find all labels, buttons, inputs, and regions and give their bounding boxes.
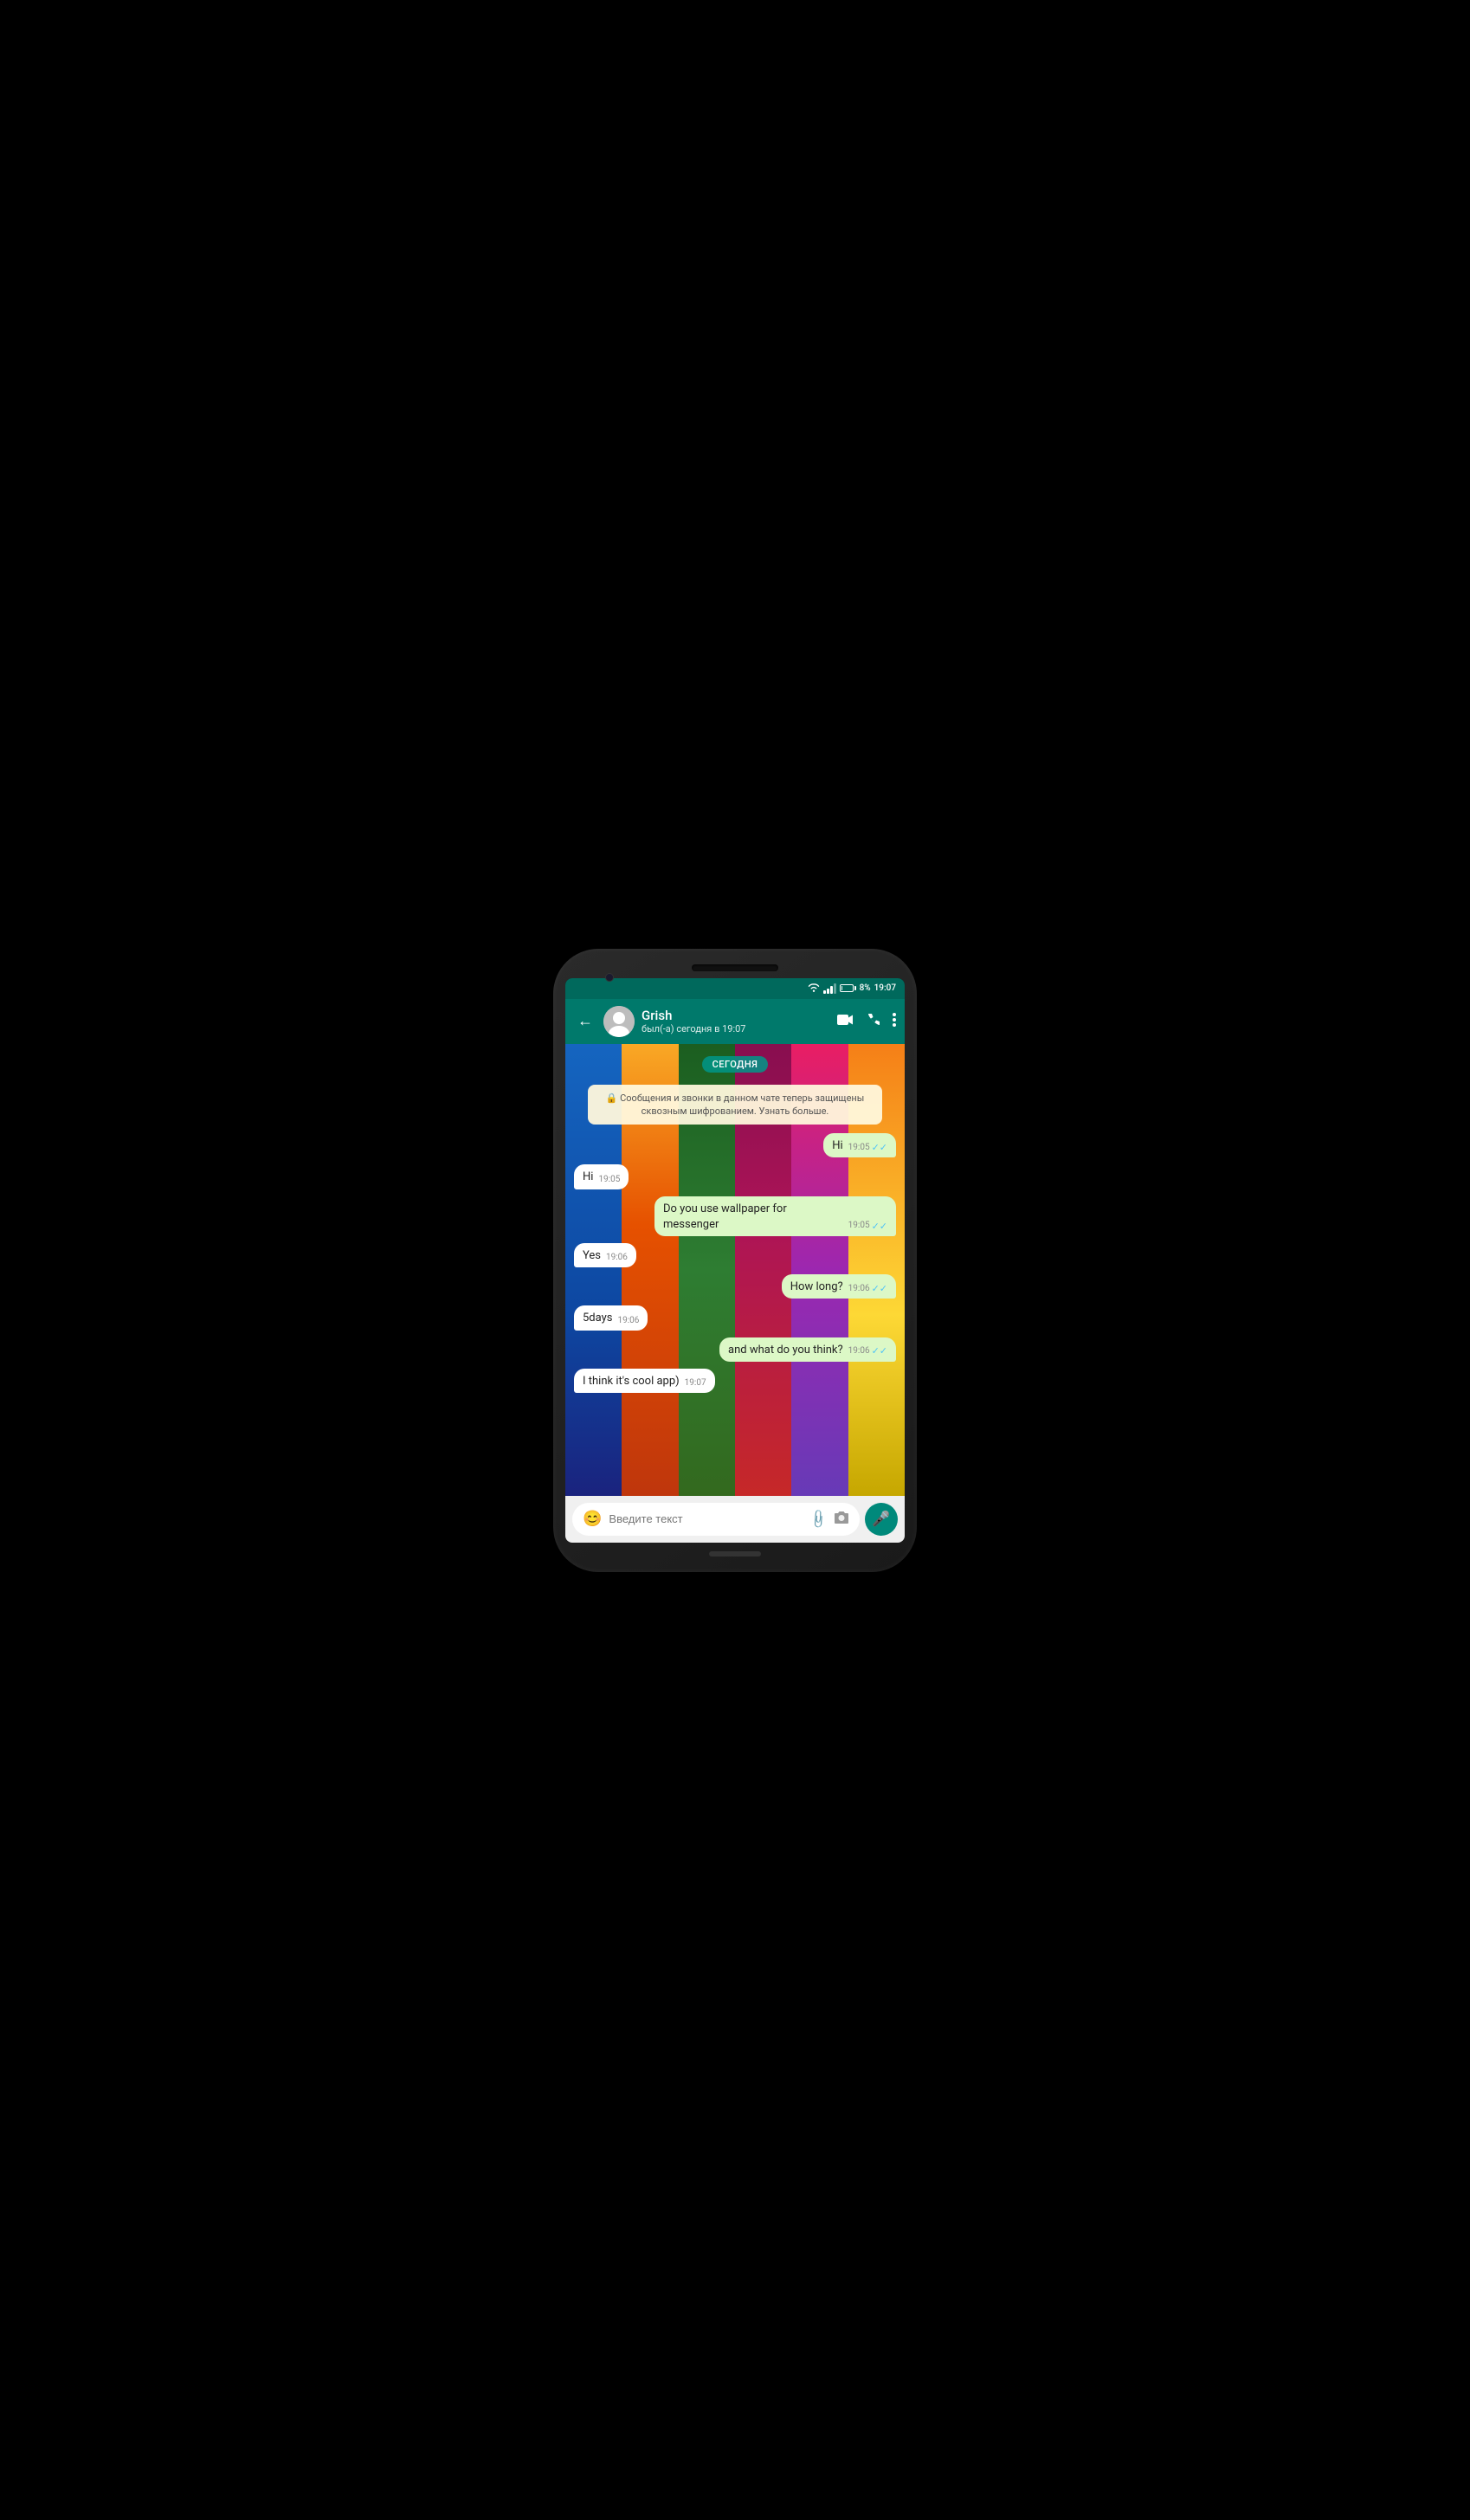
app-header: ← Grish был(-а) сегодня в 19:07 [565,999,905,1044]
date-badge: СЕГОДНЯ [702,1056,769,1073]
message-text: Hi [583,1170,593,1185]
system-message-text: Сообщения и звонки в данном чате теперь … [620,1092,864,1117]
wifi-icon [808,982,820,995]
message-bubble: Hi 19:05 ✓✓ [823,1133,896,1157]
mic-button[interactable]: 🎤 [865,1503,898,1536]
message-bubble: How long? 19:06 ✓✓ [782,1274,896,1299]
message-row: I think it's cool app) 19:07 [574,1369,896,1393]
clock-time: 19:07 [874,983,896,993]
message-text: Do you use wallpaper for messenger [663,1202,843,1233]
phone-device: 8% 19:07 ← Grish был(-а) сегодня в 19:07 [553,949,917,1572]
message-text: 5days [583,1311,612,1326]
avatar[interactable] [603,1006,635,1037]
input-bar: 😊 📎 🎤 [565,1496,905,1543]
message-bubble: Do you use wallpaper for messenger 19:05… [654,1196,896,1236]
phone-bottom-bar [709,1551,761,1556]
contact-info[interactable]: Grish был(-а) сегодня в 19:07 [642,1008,830,1034]
message-row: 5days 19:06 [574,1305,896,1330]
header-actions [837,1013,896,1030]
message-text: and what do you think? [728,1343,843,1358]
message-time: 19:05 [848,1142,870,1154]
signal-icon [823,983,836,994]
status-bar: 8% 19:07 [565,978,905,999]
chat-area: СЕГОДНЯ 🔒 Сообщения и звонки в данном ча… [565,1044,905,1496]
system-message: 🔒 Сообщения и звонки в данном чате тепер… [588,1085,882,1125]
message-time: 19:06 [606,1252,628,1264]
message-time: 19:05 [848,1220,870,1232]
more-options-icon[interactable] [893,1013,896,1030]
message-row: Hi 19:05 [574,1164,896,1189]
lock-icon: 🔒 [606,1092,618,1104]
message-row: Yes 19:06 [574,1243,896,1267]
contact-status: был(-а) сегодня в 19:07 [642,1023,830,1034]
message-bubble: Yes 19:06 [574,1243,636,1267]
front-camera [605,973,614,982]
message-time: 19:05 [598,1174,620,1186]
message-time: 19:06 [617,1315,639,1327]
message-time: 19:07 [685,1377,706,1389]
read-receipt-icon: ✓✓ [872,1141,887,1154]
battery-percentage: 8% [860,983,871,993]
chat-messages: СЕГОДНЯ 🔒 Сообщения и звонки в данном ча… [565,1044,905,1402]
video-call-icon[interactable] [837,1013,854,1029]
mic-icon: 🎤 [872,1511,890,1528]
back-button[interactable]: ← [574,1010,596,1032]
read-receipt-icon: ✓✓ [872,1220,887,1233]
phone-speaker [692,964,778,971]
message-input[interactable] [609,1512,803,1525]
message-bubble: I think it's cool app) 19:07 [574,1369,715,1393]
emoji-button[interactable]: 😊 [583,1510,602,1528]
message-bubble: Hi 19:05 [574,1164,629,1189]
message-text: How long? [790,1279,843,1295]
battery-icon [840,984,856,992]
read-receipt-icon: ✓✓ [872,1344,887,1357]
message-text: Hi [832,1138,842,1154]
message-row: Do you use wallpaper for messenger 19:05… [574,1196,896,1236]
message-text: Yes [583,1248,601,1264]
message-time: 19:06 [848,1283,870,1295]
attach-button[interactable]: 📎 [808,1508,830,1531]
camera-button[interactable] [834,1511,849,1528]
contact-name: Grish [642,1008,830,1023]
message-row: and what do you think? 19:06 ✓✓ [574,1337,896,1362]
message-text: I think it's cool app) [583,1374,680,1389]
message-time: 19:06 [848,1345,870,1357]
message-bubble: and what do you think? 19:06 ✓✓ [719,1337,896,1362]
read-receipt-icon: ✓✓ [872,1282,887,1295]
message-input-wrapper: 😊 📎 [572,1503,860,1536]
phone-screen: 8% 19:07 ← Grish был(-а) сегодня в 19:07 [565,978,905,1543]
status-icons: 8% 19:07 [808,982,896,995]
message-bubble: 5days 19:06 [574,1305,648,1330]
message-row: How long? 19:06 ✓✓ [574,1274,896,1299]
message-row: Hi 19:05 ✓✓ [574,1133,896,1157]
phone-call-icon[interactable] [867,1013,880,1030]
